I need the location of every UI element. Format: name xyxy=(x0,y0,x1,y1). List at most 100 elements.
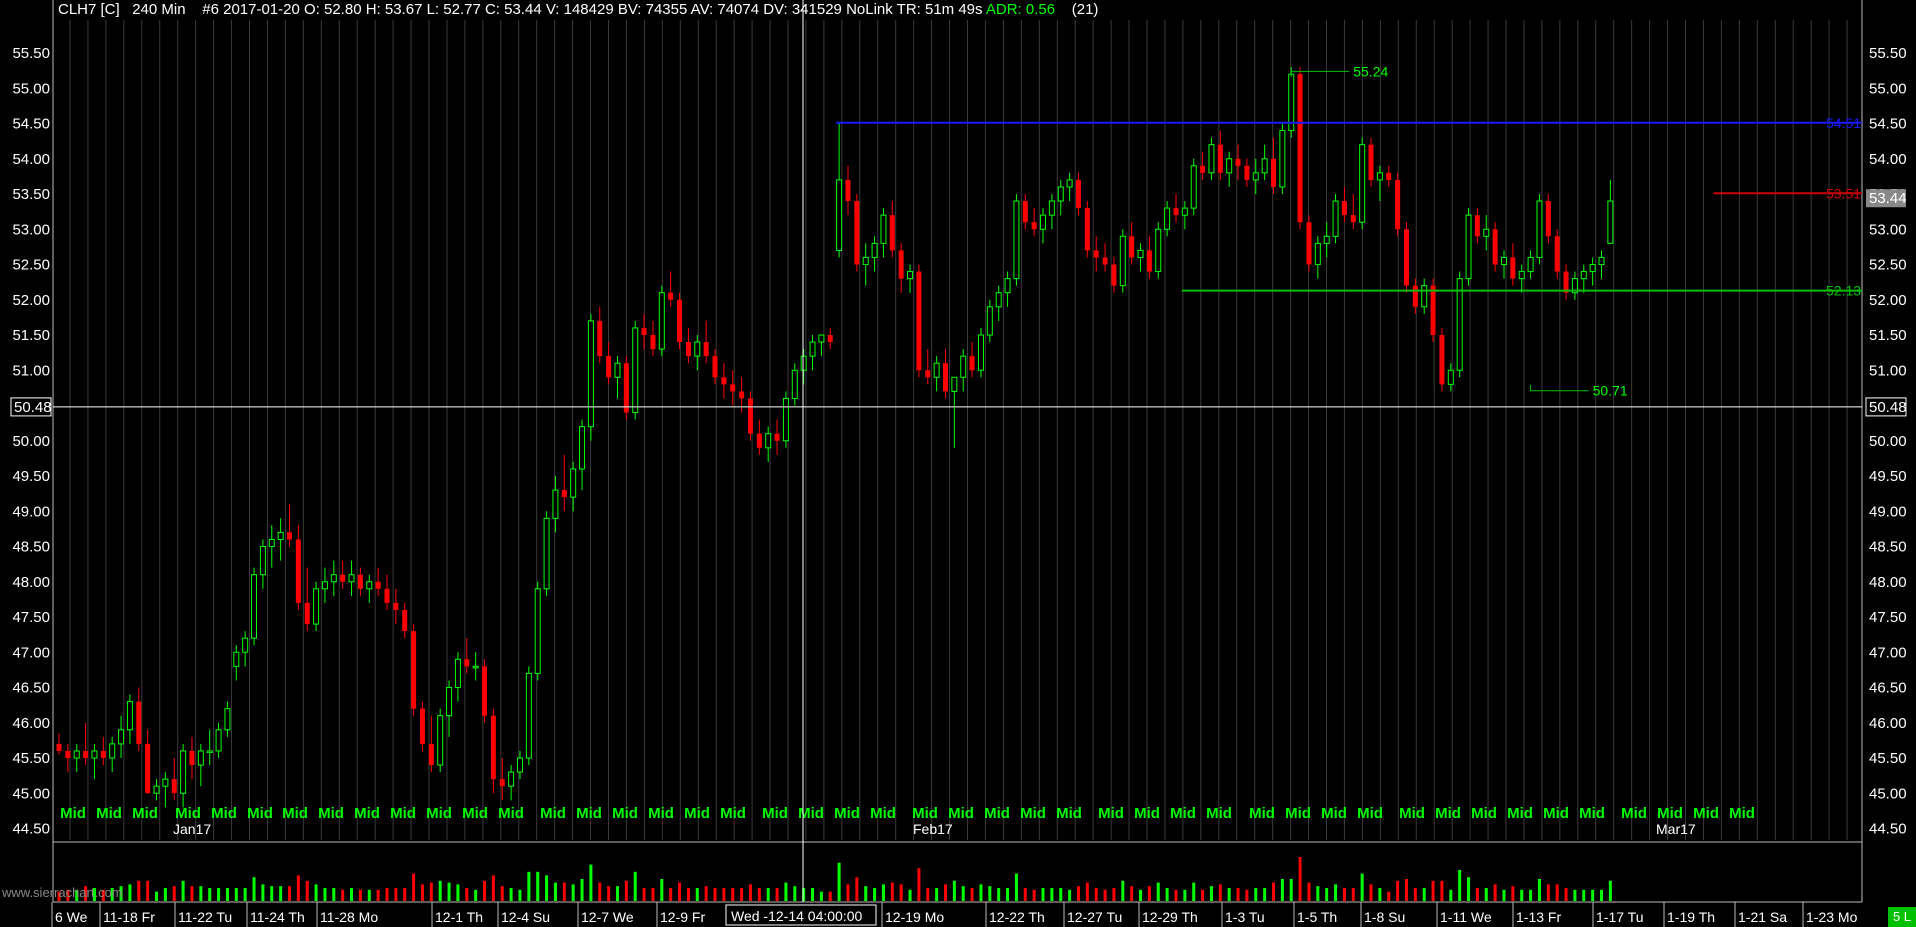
candle-body xyxy=(739,391,745,399)
candle-body xyxy=(1146,250,1152,272)
candle-body xyxy=(1323,235,1330,244)
candle-body xyxy=(1510,257,1516,279)
candle-body xyxy=(606,356,612,378)
volume-bar xyxy=(1378,888,1382,901)
date-label: 12-22 Th xyxy=(989,909,1045,925)
volume-bar xyxy=(1369,884,1373,901)
candle-body xyxy=(1093,250,1099,258)
candle-body xyxy=(206,750,213,753)
candle-body xyxy=(100,750,106,758)
volume-bar xyxy=(1174,889,1178,901)
month-label: Mar17 xyxy=(1656,821,1696,837)
candle-body xyxy=(428,743,434,766)
candle-body xyxy=(1261,158,1268,174)
volume-bar xyxy=(1059,888,1063,901)
candle-body xyxy=(977,334,984,371)
volume-bar xyxy=(1130,886,1134,901)
volume-bar xyxy=(1591,889,1595,901)
volume-bar xyxy=(1334,884,1338,901)
volume-bar xyxy=(376,889,380,901)
candle-body xyxy=(827,335,833,343)
date-label: 1-19 Th xyxy=(1667,909,1715,925)
y-tick-label-left: 51.00 xyxy=(12,362,50,379)
volume-bar xyxy=(1068,889,1072,901)
volume-bar xyxy=(527,871,531,901)
resistance-red-label: 53.51 xyxy=(1826,185,1861,201)
volume-bar xyxy=(500,886,504,901)
y-tick-label-right: 45.00 xyxy=(1869,785,1907,802)
date-label: 1-23 Mo xyxy=(1806,909,1858,925)
volume-bar xyxy=(642,888,646,901)
candle-body xyxy=(721,377,727,385)
candle-body xyxy=(286,532,292,540)
candle-body xyxy=(543,517,550,590)
volume-bar xyxy=(1413,888,1417,901)
candle-body xyxy=(623,363,629,413)
candle-body xyxy=(703,342,709,357)
y-tick-label-right: 46.50 xyxy=(1869,680,1907,697)
candle-body xyxy=(1004,278,1011,294)
volume-bar xyxy=(1085,882,1089,901)
y-tick-label-left: 52.50 xyxy=(12,257,50,274)
volume-bar xyxy=(589,864,593,901)
candle-body xyxy=(1190,165,1197,209)
y-tick-label-left: 49.00 xyxy=(12,503,50,520)
mid-label: Mid xyxy=(60,805,86,822)
candle-body xyxy=(782,397,789,442)
volume-bar xyxy=(367,889,371,901)
volume-bar xyxy=(1608,880,1612,901)
price-levels: 54.51 53.51 52.13 55.24 50.71 xyxy=(836,63,1862,399)
candle-body xyxy=(800,355,807,371)
candle-body xyxy=(1111,264,1117,286)
mid-label: Mid xyxy=(612,805,638,822)
volume-bar xyxy=(1475,888,1479,901)
candle-body xyxy=(694,341,701,357)
candle-body xyxy=(330,574,337,583)
volume-bar xyxy=(1537,879,1541,901)
candle-body xyxy=(1412,285,1418,307)
candle-body xyxy=(1217,144,1223,173)
interval-label: 240 Min xyxy=(132,1,186,18)
mode-badge[interactable]: 5 L xyxy=(1888,907,1916,927)
candle-body xyxy=(1314,242,1321,266)
mid-label: Mid xyxy=(984,805,1010,822)
mid-label: Mid xyxy=(390,805,416,822)
volume-bar xyxy=(1449,889,1453,901)
support-green-label: 52.13 xyxy=(1826,283,1861,299)
y-tick-label-left: 50.00 xyxy=(12,433,50,450)
candle-body xyxy=(650,335,656,350)
volume-bar xyxy=(465,888,469,901)
mid-label: Mid xyxy=(1435,805,1461,822)
candle-body xyxy=(1075,179,1081,209)
swing-low-label: 50.71 xyxy=(1593,383,1628,399)
volume-bar xyxy=(1076,886,1080,901)
volume-bar xyxy=(155,891,159,901)
date-label: 12-27 Tu xyxy=(1067,909,1122,925)
mid-label: Mid xyxy=(354,805,380,822)
candle-body xyxy=(862,256,869,266)
candle-body xyxy=(171,779,177,794)
candle-body xyxy=(233,651,240,667)
candle-body xyxy=(685,342,691,357)
mid-label: Mid xyxy=(1285,805,1311,822)
candle-body xyxy=(597,320,603,357)
y-tick-label-right: 50.00 xyxy=(1869,433,1907,450)
candle-body xyxy=(1545,201,1551,237)
adr-value: ADR: 0.56 xyxy=(985,1,1056,18)
volume-bar xyxy=(1254,888,1258,901)
candle-body xyxy=(791,369,798,399)
price-chart[interactable]: 54.51 53.51 52.13 55.24 50.71 55.50 55.50 55.0… xyxy=(0,0,1916,927)
y-tick-label-right: 48.00 xyxy=(1869,574,1907,591)
volume-bar xyxy=(385,888,389,901)
volume-bar xyxy=(660,879,664,901)
crosshair-price-label-right: 50.48 xyxy=(1869,399,1907,416)
candle-body xyxy=(730,384,736,392)
candle-body xyxy=(1137,249,1144,258)
candle-body xyxy=(1066,179,1073,188)
candle-body xyxy=(658,292,665,350)
volume-bar xyxy=(394,888,398,901)
candle-body xyxy=(1386,172,1392,180)
candle-body xyxy=(1589,264,1596,273)
volume-bar xyxy=(864,886,868,901)
mid-label: Mid xyxy=(870,805,896,822)
